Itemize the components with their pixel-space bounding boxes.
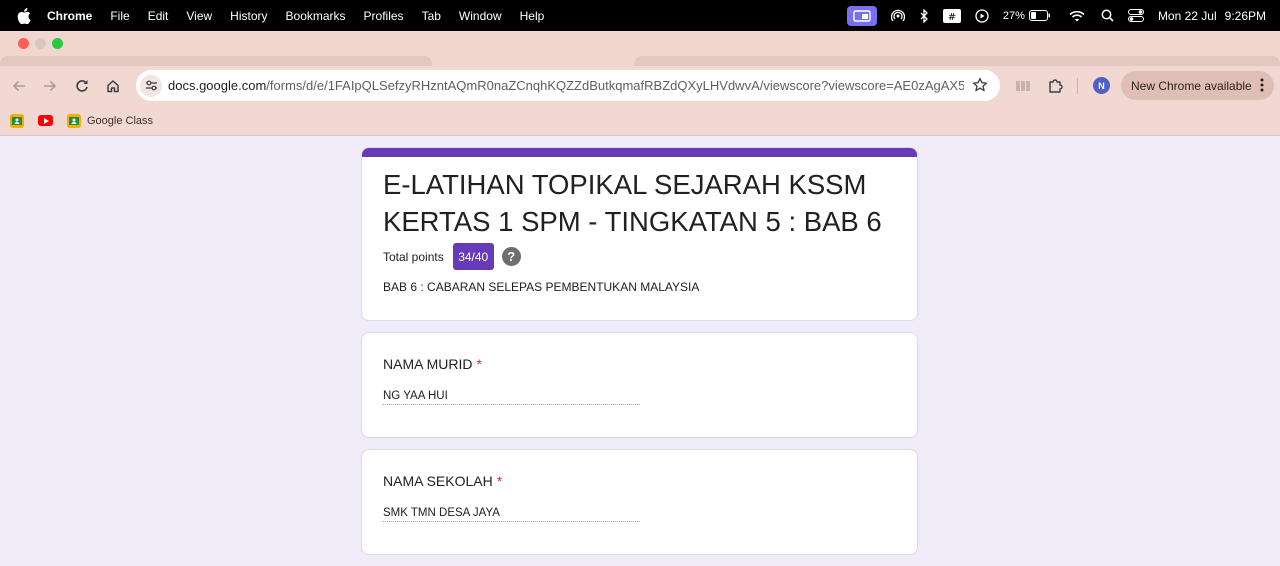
toolbar-divider [1077, 78, 1078, 94]
update-chrome-label: New Chrome available [1131, 78, 1252, 93]
browser-tab[interactable] [634, 56, 1280, 66]
macos-menu-bar: Chrome File Edit View History Bookmarks … [0, 0, 1280, 31]
back-arrow-icon[interactable] [9, 76, 29, 96]
now-playing-icon[interactable] [975, 8, 989, 23]
forward-arrow-icon[interactable] [40, 76, 60, 96]
control-center-icon[interactable] [1127, 9, 1144, 22]
help-icon[interactable]: ? [501, 247, 521, 266]
question-label: NAMA MURID [383, 356, 473, 372]
question-label: NAMA SEKOLAH [383, 473, 493, 489]
form-description: BAB 6 : CABARAN SELEPAS PEMBENTUKAN MALA… [383, 280, 700, 294]
menu-app-chrome[interactable]: Chrome [47, 9, 92, 23]
screen-mirroring-icon[interactable] [846, 5, 877, 26]
menu-help[interactable]: Help [520, 9, 545, 23]
address-url[interactable]: docs.google.com/forms/d/e/1FAIpQLSefzyRH… [168, 78, 964, 93]
airdrop-icon[interactable] [890, 9, 905, 23]
menu-profiles[interactable]: Profiles [364, 9, 404, 23]
apple-icon[interactable] [17, 7, 33, 24]
menubar-time[interactable]: 9:26PM [1225, 9, 1266, 23]
score-badge: 34/40 [452, 243, 494, 270]
browser-tab[interactable] [0, 56, 432, 66]
answer-field: NG YAA HUI [383, 390, 640, 405]
profile-avatar[interactable]: N [1093, 77, 1110, 94]
bluetooth-icon[interactable] [919, 8, 929, 23]
reading-list-icon[interactable] [1013, 76, 1033, 96]
zoom-window-button[interactable] [52, 38, 63, 49]
menu-file[interactable]: File [110, 9, 129, 23]
classroom-icon [67, 113, 81, 128]
extensions-puzzle-icon[interactable] [1045, 76, 1065, 96]
total-points-label: Total points [383, 249, 444, 264]
form-header-card: E-LATIHAN TOPIKAL SEJARAH KSSM KERTAS 1 … [361, 147, 918, 321]
form-title: E-LATIHAN TOPIKAL SEJARAH KSSM KERTAS 1 … [383, 169, 882, 237]
required-asterisk: * [496, 473, 503, 489]
minimize-window-button[interactable] [35, 38, 46, 49]
menu-edit[interactable]: Edit [148, 9, 169, 23]
update-chrome-button[interactable]: New Chrome available [1121, 71, 1274, 100]
address-bar[interactable]: docs.google.com/forms/d/e/1FAIpQLSefzyRH… [136, 70, 1000, 101]
question-title: NAMA SEKOLAH * [383, 473, 502, 489]
home-icon[interactable] [103, 76, 123, 96]
wifi-icon[interactable] [1069, 10, 1085, 22]
menu-tab[interactable]: Tab [422, 9, 441, 23]
total-points-row: Total points 34/40 ? [383, 243, 521, 270]
answer-field: SMK TMN DESA JAYA [383, 507, 640, 522]
menu-window[interactable]: Window [459, 9, 502, 23]
battery-percentage: 27% [1002, 9, 1025, 22]
menu-bookmarks[interactable]: Bookmarks [286, 9, 346, 23]
question-card: NAMA MURID * NG YAA HUI [361, 332, 918, 438]
browser-toolbar: docs.google.com/forms/d/e/1FAIpQLSefzyRH… [0, 66, 1280, 106]
battery-icon[interactable] [1028, 10, 1051, 21]
menubar-date[interactable]: Mon 22 Jul [1158, 9, 1217, 23]
menu-view[interactable]: View [186, 9, 212, 23]
site-settings-icon[interactable] [140, 74, 162, 97]
input-source-icon[interactable]: # [942, 8, 961, 23]
bookmark-google-class[interactable]: Google Class [67, 113, 154, 128]
youtube-icon[interactable] [38, 115, 53, 126]
required-asterisk: * [476, 356, 482, 372]
svg-text:#: # [948, 12, 956, 23]
url-path: /forms/d/e/1FAIpQLSefzyRHzntAQmR0naZCnqh… [266, 78, 964, 93]
menu-history[interactable]: History [230, 9, 267, 23]
close-window-button[interactable] [18, 38, 29, 49]
spotlight-search-icon[interactable] [1101, 9, 1114, 22]
reload-icon[interactable] [72, 76, 92, 96]
bookmarks-bar: Google Class [0, 106, 1280, 136]
classroom-icon[interactable] [10, 113, 24, 128]
bookmark-star-icon[interactable] [972, 77, 988, 98]
url-host: docs.google.com [168, 78, 267, 93]
bookmark-label: Google Class [87, 114, 154, 127]
form-accent-bar [362, 148, 917, 157]
question-title: NAMA MURID * [383, 356, 482, 372]
more-menu-icon[interactable] [1260, 78, 1264, 95]
question-card: NAMA SEKOLAH * SMK TMN DESA JAYA [361, 449, 918, 555]
window-controls [18, 38, 63, 49]
